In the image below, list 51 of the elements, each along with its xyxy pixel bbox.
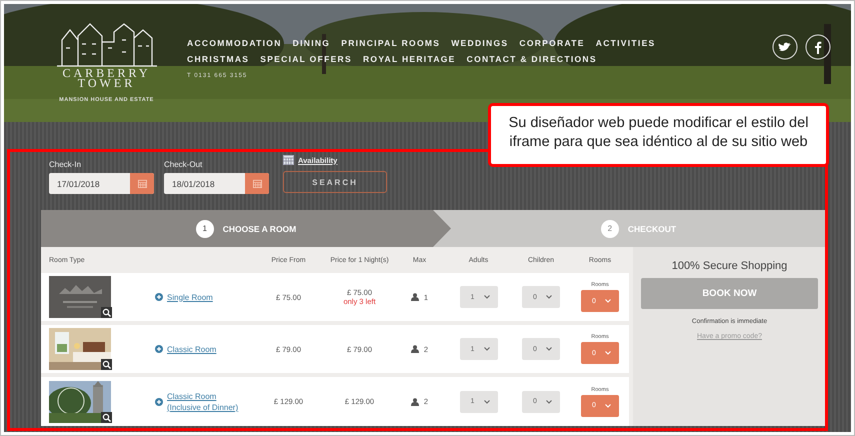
facebook-f-icon[interactable] xyxy=(805,34,831,60)
zoom-icon[interactable] xyxy=(101,359,112,370)
nav-link[interactable]: ACTIVITIES xyxy=(596,38,656,48)
nav-link[interactable]: ACCOMMODATION xyxy=(187,38,282,48)
nav-link[interactable]: CORPORATE xyxy=(519,38,585,48)
callout-note: Su diseñador web puede modificar el estilo del iframe para que sea idéntico al de su sitio web xyxy=(488,103,829,167)
chevron-down-icon xyxy=(605,404,611,408)
step-label: CHECKOUT xyxy=(628,224,676,234)
nav-link[interactable]: SPECIAL OFFERS xyxy=(260,54,352,64)
person-icon xyxy=(410,293,419,301)
nav-link[interactable]: CHRISTMAS xyxy=(187,54,250,64)
date-field[interactable]: 17/01/2018 xyxy=(49,173,154,194)
person-icon xyxy=(410,398,419,406)
room-link[interactable]: Single Room xyxy=(167,292,213,302)
chevron-down-icon xyxy=(546,400,552,404)
chevron-down-icon xyxy=(484,400,490,404)
chevron-down-icon xyxy=(546,347,552,351)
plus-icon[interactable] xyxy=(155,398,163,406)
sidebar-title: 100% Secure Shopping xyxy=(672,260,788,272)
nav-link[interactable]: DINING xyxy=(292,38,330,48)
search-button[interactable]: SEARCH xyxy=(283,171,387,193)
plus-icon[interactable] xyxy=(155,293,163,301)
chevron-down-icon xyxy=(484,347,490,351)
step-number: 1 xyxy=(196,220,214,238)
zoom-icon[interactable] xyxy=(101,307,112,318)
step-number: 2 xyxy=(600,220,619,238)
zoom-icon[interactable] xyxy=(101,412,112,422)
calendar-icon xyxy=(252,179,262,188)
field-label: Check-In xyxy=(49,160,82,169)
chevron-down-icon xyxy=(605,351,611,355)
step-tab[interactable]: 1 CHOOSE A ROOM xyxy=(41,210,451,247)
room-link[interactable]: Classic Room (Inclusive of Dinner) xyxy=(167,390,251,412)
step-label: CHOOSE A ROOM xyxy=(222,224,296,234)
logo-text: CARBERRY xyxy=(62,68,151,78)
nav-link[interactable]: PRINCIPAL ROOMS xyxy=(341,38,440,48)
calendar-icon xyxy=(138,179,146,188)
chevron-down-icon xyxy=(484,295,490,299)
calendar-icon xyxy=(283,155,294,165)
field-label: Check-Out xyxy=(164,160,204,169)
nav-link[interactable]: WEDDINGS xyxy=(451,38,508,48)
logo-text: TOWER xyxy=(78,78,136,88)
plus-icon[interactable] xyxy=(155,345,163,353)
nav-link[interactable]: ROYAL HERITAGE xyxy=(362,54,456,64)
chevron-down-icon xyxy=(546,295,552,299)
chevron-down-icon xyxy=(605,299,611,303)
person-icon xyxy=(410,345,419,353)
date-field[interactable]: 18/01/2018 xyxy=(164,173,269,194)
room-link[interactable]: Classic Room xyxy=(167,344,216,354)
step-tab[interactable]: 2 CHECKOUT xyxy=(451,210,825,247)
twitter-bird-icon[interactable] xyxy=(772,34,798,60)
nav-link[interactable]: CONTACT & DIRECTIONS xyxy=(466,54,597,64)
